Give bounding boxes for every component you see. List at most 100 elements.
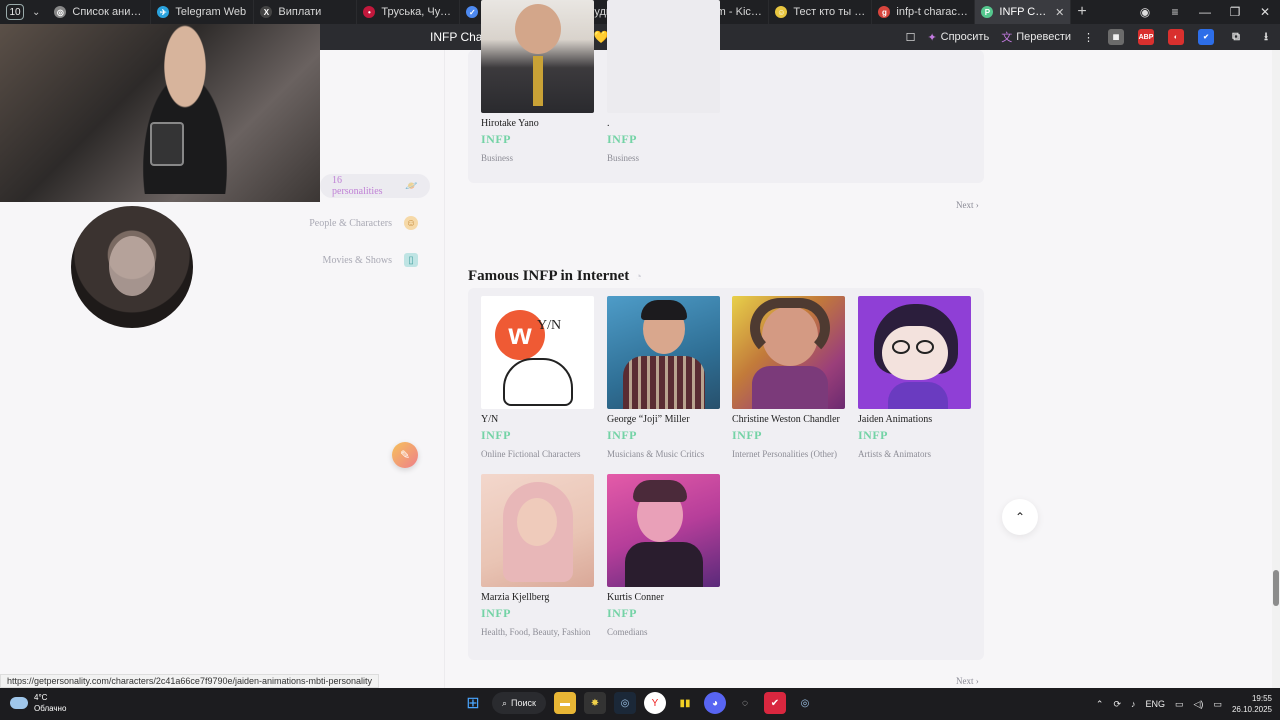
language-indicator[interactable]: ENG <box>1145 699 1165 709</box>
taskbar-search[interactable]: ⌕ Поиск <box>492 692 546 714</box>
ask-icon: ✦ <box>927 31 937 44</box>
taskbar-apps: ⊞ ⌕ Поиск ▬ ✸ ◎ Y ▮▮ ◕ ◌ ✔ ◎ <box>462 692 816 714</box>
tab-favicon-icon: • <box>363 6 376 18</box>
character-type: INFP <box>481 428 511 442</box>
battery-icon[interactable]: ▭ <box>1213 699 1222 710</box>
character-photo <box>732 296 845 409</box>
section-title-text: Famous INFP in Internet <box>468 268 630 284</box>
tab-title: Список аниме / у <box>72 6 145 18</box>
pencil-icon: ✎ <box>399 448 411 462</box>
character-card[interactable]: Marzia Kjellberg INFP Health, Food, Beau… <box>481 474 595 637</box>
new-tab-icon[interactable]: + <box>1077 3 1086 21</box>
clock[interactable]: 19:55 26.10.2025 <box>1232 693 1272 715</box>
extensions-icon[interactable]: ⧉ <box>1228 29 1244 45</box>
sidebar-item-label: Movies & Shows <box>322 254 392 266</box>
character-card[interactable]: Jaiden Animations INFP Artists & Animato… <box>858 296 972 459</box>
address-bar: INFP Characters & Celebrities 💛 ☐ ✦Спрос… <box>320 24 1280 50</box>
minimize-icon[interactable]: — <box>1190 5 1220 19</box>
character-type: INFP <box>481 132 511 146</box>
page-scrollbar[interactable] <box>1272 50 1280 688</box>
extension-red-icon[interactable]: ◐ <box>1168 29 1184 45</box>
weather-widget[interactable]: 4°C Облачно <box>10 692 66 714</box>
character-card[interactable]: Christine Weston Chandler INFP Internet … <box>732 296 846 459</box>
character-card[interactable]: w Y/N Y/N INFP Online Fictional Characte… <box>481 296 595 459</box>
edit-fab-button[interactable]: ✎ <box>392 442 418 468</box>
steam-icon[interactable]: ◎ <box>614 692 636 714</box>
restore-icon[interactable]: ❐ <box>1220 5 1250 19</box>
eye-icon: ◔ <box>635 270 642 283</box>
adblock-icon[interactable]: ABP <box>1138 29 1154 45</box>
file-explorer-icon[interactable]: ▬ <box>554 692 576 714</box>
tab-title: Виплати <box>278 6 322 18</box>
tab-favicon-icon: ✓ <box>466 6 479 18</box>
search-label: Поиск <box>511 698 536 708</box>
tray-overflow-icon[interactable]: ⌃ <box>1096 699 1104 710</box>
character-card[interactable]: . INFP Business <box>607 0 721 163</box>
next-page-link[interactable]: Next › <box>956 676 979 686</box>
discord-icon[interactable]: ◕ <box>704 692 726 714</box>
character-category: Health, Food, Beauty, Fashion <box>481 627 591 637</box>
browser-tab[interactable]: X Виплати <box>254 0 358 24</box>
network-icon[interactable]: ▭ <box>1175 699 1184 710</box>
sync-icon[interactable]: ⟳ <box>1113 699 1121 710</box>
browser-tab[interactable]: ☺ Тест кто ты из 'иг <box>769 0 873 24</box>
translate-icon: 文 <box>1001 32 1013 44</box>
scrollbar-thumb[interactable] <box>1273 570 1279 606</box>
search-icon: ⌕ <box>502 697 508 708</box>
tab-favicon-icon: ◎ <box>54 6 67 18</box>
tab-favicon-icon: ✈ <box>157 6 170 18</box>
extension-blue-icon[interactable]: ✔ <box>1198 29 1214 45</box>
browser-tab[interactable]: ✈ Telegram Web <box>151 0 255 24</box>
next-page-link[interactable]: Next › <box>956 200 979 210</box>
sidebar-item-label: People & Characters <box>309 217 392 229</box>
character-category: Comedians <box>607 627 648 637</box>
windows-start-icon[interactable]: ⊞ <box>462 692 484 714</box>
character-category: Business <box>481 153 514 163</box>
browser-tab[interactable]: g infp-t characters <box>872 0 976 24</box>
app-star-icon[interactable]: ✸ <box>584 692 606 714</box>
character-category: Musicians & Music Critics <box>607 449 705 459</box>
avatar-face <box>109 236 155 296</box>
weather-temp: 4°C <box>34 693 48 702</box>
character-type: INFP <box>732 428 762 442</box>
ask-button[interactable]: ✦ Спросить <box>927 31 989 44</box>
chevron-down-icon[interactable]: ⌄ <box>32 7 40 18</box>
volume-icon[interactable]: ◁) <box>1194 699 1204 710</box>
yandex-browser-icon[interactable]: Y <box>644 692 666 714</box>
extension-icon[interactable]: ▦ <box>1108 29 1124 45</box>
bookmark-icon[interactable]: ☐ <box>906 31 916 44</box>
tab-counter[interactable]: 10 <box>6 4 24 20</box>
app-red-icon[interactable]: ✔ <box>764 692 786 714</box>
character-category: Business <box>607 153 640 163</box>
character-category: Internet Personalities (Other) <box>732 449 837 459</box>
tab-favicon-icon: P <box>981 6 994 18</box>
status-url: https://getpersonality.com/characters/2c… <box>0 674 380 688</box>
toolbar-actions: ☐ ✦ Спросить 文 Перевести ⋮ ▦ ABP ◐ ✔ ⧉ ⭳ <box>894 24 1280 50</box>
downloads-icon[interactable]: ⭳ <box>1258 29 1274 45</box>
sidebar-item-movies-shows[interactable]: Movies & Shows ▯ <box>311 248 430 272</box>
close-tab-icon[interactable]: ✕ <box>1055 6 1064 19</box>
translate-button[interactable]: 文 Перевести <box>1001 29 1071 45</box>
browser-tab[interactable]: P INFP Characte✕ <box>975 0 1072 24</box>
character-photo <box>481 474 594 587</box>
sidebar-item-label: 16 personalities <box>332 175 383 197</box>
steam-alt-icon[interactable]: ◎ <box>794 692 816 714</box>
app-yellow-icon[interactable]: ▮▮ <box>674 692 696 714</box>
sidebar-item-16-personalities[interactable]: 16 personalities 🪐 <box>320 174 430 198</box>
app-ring-icon[interactable]: ◌ <box>734 692 756 714</box>
browser-tab[interactable]: ◎ Список аниме / у <box>48 0 152 24</box>
character-card[interactable]: Kurtis Conner INFP Comedians <box>607 474 721 637</box>
character-photo <box>607 296 720 409</box>
profile-icon[interactable]: ◉ <box>1130 5 1160 19</box>
browser-tab[interactable]: • Труська, Чулко и <box>357 0 461 24</box>
scroll-to-top-button[interactable]: ⌃ <box>1002 499 1038 535</box>
menu-icon[interactable]: ≡ <box>1160 5 1190 19</box>
close-window-icon[interactable]: ✕ <box>1250 5 1280 19</box>
sidebar-item-people-characters[interactable]: People & Characters ☺ <box>297 211 430 235</box>
more-icon[interactable]: ⋮ <box>1083 31 1094 44</box>
person-icon: ☺ <box>404 216 418 230</box>
character-card[interactable]: Hirotake Yano INFP Business <box>481 0 595 163</box>
mic-icon[interactable]: ♪ <box>1131 699 1136 709</box>
tab-title: Telegram Web <box>175 6 247 18</box>
character-card[interactable]: George “Joji” Miller INFP Musicians & Mu… <box>607 296 721 459</box>
